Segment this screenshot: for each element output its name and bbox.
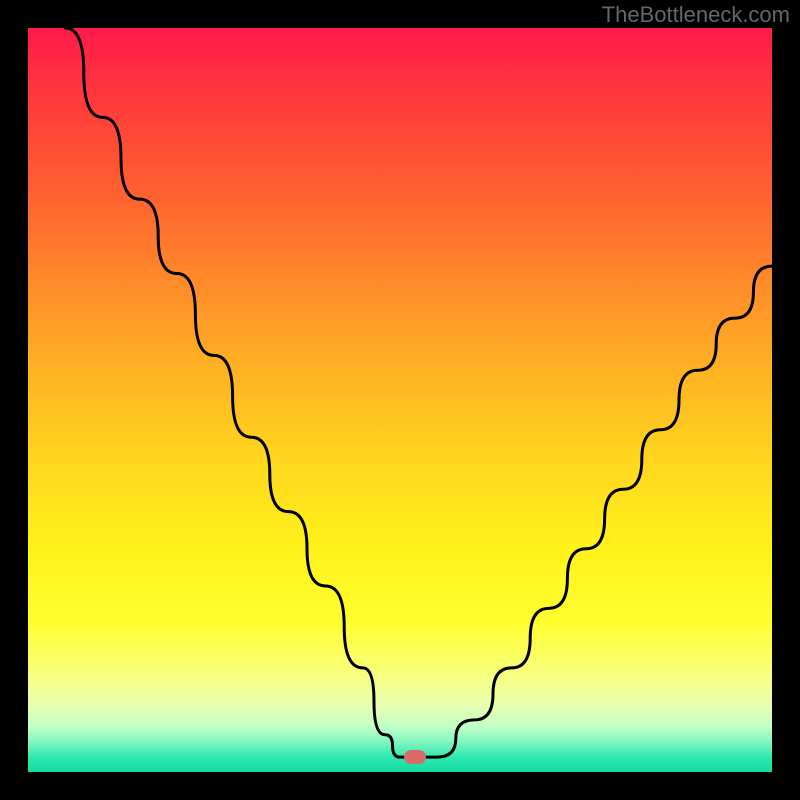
chart-plot-area [28, 28, 772, 772]
bottleneck-curve [28, 28, 772, 772]
optimal-point-marker [404, 750, 426, 764]
watermark-label: TheBottleneck.com [602, 2, 790, 28]
